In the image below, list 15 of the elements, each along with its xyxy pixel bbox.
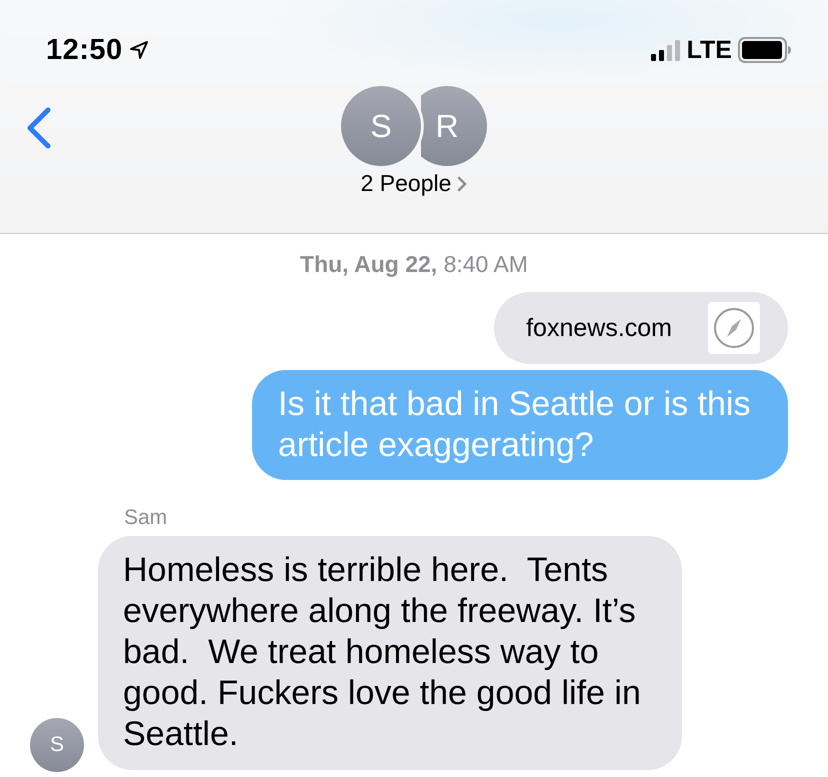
- link-preview[interactable]: foxnews.com: [494, 292, 788, 364]
- signal-icon: [650, 39, 681, 61]
- received-message: Homeless is terrible here. Tents everywhere along the freeway. It’s bad. We treat homeless way to good. Fuckers love the good life in Seattle.: [98, 536, 682, 770]
- location-arrow-icon: [128, 40, 149, 60]
- conversation-title[interactable]: 2 People: [360, 170, 452, 197]
- network-type: LTE: [686, 36, 732, 64]
- sent-message: Is it that bad in Seattle or is this article exaggerating?: [252, 370, 788, 480]
- chevron-right-icon: [457, 176, 468, 192]
- status-time: 12:50: [46, 34, 123, 66]
- link-url: foxnews.com: [526, 314, 672, 342]
- compass-icon: [708, 302, 760, 354]
- sender-name: Sam: [124, 506, 168, 530]
- battery-icon: [738, 37, 792, 63]
- message-timestamp: Thu, Aug 22, 8:40 AM: [299, 251, 529, 278]
- sender-avatar: S: [30, 718, 84, 772]
